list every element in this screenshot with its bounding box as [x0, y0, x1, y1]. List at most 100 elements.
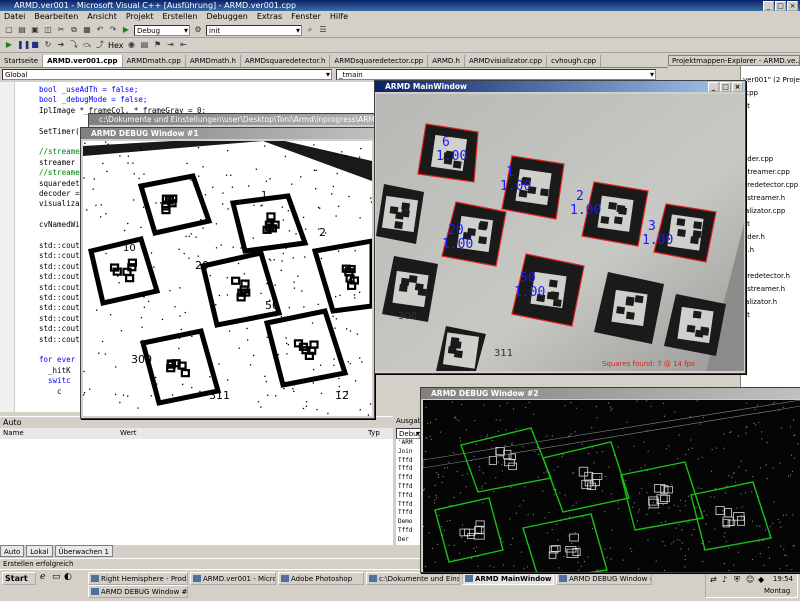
tab-auto[interactable]: Auto [0, 545, 25, 557]
window-title-bar[interactable]: ARMD.ver001 - Microsoft Visual C++ [Ausf… [0, 0, 800, 11]
function-combo[interactable]: init [206, 24, 302, 36]
start-button[interactable]: Start [2, 572, 36, 585]
code-line[interactable]: decoder = [39, 189, 80, 198]
menu-projekt[interactable]: Projekt [126, 11, 154, 23]
config-combo[interactable]: Debug [134, 24, 190, 36]
tab-armdmath-h[interactable]: ARMDmath.h [186, 55, 241, 67]
task-debug-window-2[interactable]: ARMD DEBUG Window #2 [88, 585, 188, 598]
hex-toggle[interactable]: Hex [108, 41, 124, 50]
solution-item[interactable]: oder.cpp [743, 155, 773, 163]
tab-armd-ver001-cpp[interactable]: ARMD.ver001.cpp [43, 55, 123, 67]
code-line[interactable]: switc [39, 376, 71, 385]
solution-item[interactable]: ostreamer.h [743, 194, 785, 202]
step-over-icon[interactable]: ⤼ [82, 40, 92, 50]
bookmark-icon[interactable]: ⚑ [153, 40, 163, 50]
code-line[interactable]: std::cout [39, 251, 80, 260]
messenger-icon[interactable]: ☺ [746, 575, 754, 584]
output-source-combo[interactable]: Debug [396, 428, 422, 439]
main-window-maximize[interactable]: □ [720, 82, 731, 92]
column-name[interactable]: Name [3, 428, 24, 439]
code-line[interactable]: c [39, 387, 62, 396]
solution-item[interactable]: ializator.h [743, 298, 777, 306]
menu-extras[interactable]: Extras [257, 11, 282, 23]
show-next-icon[interactable]: ➔ [56, 40, 66, 50]
code-line[interactable]: std::cout [39, 324, 80, 333]
breakpoints-icon[interactable]: ◉ [127, 40, 137, 50]
tab-ueberwachen-1[interactable]: Überwachen 1 [54, 545, 113, 557]
code-line[interactable]: std::cout [39, 293, 80, 302]
code-line[interactable]: bool _useAdTh = false; [39, 85, 138, 94]
comment-icon[interactable]: ▤ [140, 40, 150, 50]
quicklaunch-media-icon[interactable]: ◐ [64, 572, 72, 582]
menu-erstellen[interactable]: Erstellen [162, 11, 197, 23]
solution-config-icon[interactable]: ⚙ [193, 25, 203, 35]
solution-item[interactable]: oder.h [743, 233, 765, 241]
new-file-icon[interactable]: ▢ [4, 25, 14, 35]
member-combo[interactable]: _tmain [336, 69, 656, 80]
code-line[interactable]: squaredet [39, 179, 80, 188]
save-all-icon[interactable]: ◫ [43, 25, 53, 35]
main-window-title[interactable]: ARMD MainWindow _ □ × [375, 81, 745, 92]
code-line[interactable]: std::cout [39, 262, 80, 271]
close-button[interactable]: × [787, 1, 798, 11]
redo-icon[interactable]: ↷ [108, 25, 118, 35]
solution-item[interactable]: ostreamer.h [743, 285, 785, 293]
code-line[interactable]: _hitK [39, 366, 71, 375]
menu-fenster[interactable]: Fenster [291, 11, 321, 23]
break-icon[interactable]: ❚❚ [17, 40, 30, 50]
restart-icon[interactable]: ↻ [43, 40, 53, 50]
clock[interactable]: 19:54 [770, 575, 796, 583]
code-line[interactable]: visualiza [39, 199, 80, 208]
cmd-window-title[interactable]: c:\Dokumente und Einstellungen\user\Desk… [89, 114, 379, 125]
solution-item[interactable]: aredetector.cpp [743, 181, 798, 189]
continue-icon[interactable]: ▶ [4, 40, 14, 50]
cut-icon[interactable]: ✂ [56, 25, 66, 35]
code-line[interactable]: std::cout [39, 303, 80, 312]
open-icon[interactable]: ▤ [17, 25, 27, 35]
debug-window-1[interactable]: ARMD DEBUG Window #1 6 10 1 20 2 50 300 … [80, 127, 375, 419]
maximize-button[interactable]: □ [775, 1, 786, 11]
step-into-icon[interactable]: ⤵ [69, 40, 79, 50]
properties-icon[interactable]: ☰ [318, 25, 328, 35]
task-armd-mainwindow[interactable]: ARMD MainWindow [462, 572, 554, 585]
solution-item[interactable]: aredetector.h [743, 272, 790, 280]
tab-startseite[interactable]: Startseite [0, 55, 44, 67]
task-debug-window-1[interactable]: ARMD DEBUG Window #1 [556, 572, 652, 585]
tab-armdsquaredetector-h[interactable]: ARMDsquaredetector.h [241, 55, 331, 67]
paste-icon[interactable]: ▦ [82, 25, 92, 35]
solution-item[interactable]: dtreamer.cpp [743, 168, 790, 176]
find-icon[interactable]: ⌕ [305, 25, 315, 35]
step-out-icon[interactable]: ⤴ [95, 40, 105, 50]
solution-item[interactable]: ver001" (2 Projekt [743, 76, 800, 84]
code-line[interactable]: SetTimer( [39, 127, 80, 136]
menu-debuggen[interactable]: Debuggen [206, 11, 247, 23]
code-line[interactable]: std::cout [39, 272, 80, 281]
code-line[interactable]: std::cout [39, 241, 80, 250]
code-line[interactable]: streamer [39, 158, 75, 167]
code-line[interactable]: for ever [39, 355, 75, 364]
code-line[interactable]: cvNamedWi [39, 220, 80, 229]
armd-main-window[interactable]: ARMD MainWindow _ □ × 300 311 6 1.00 1 1.00… [374, 80, 746, 374]
security-icon[interactable]: ⛨ [734, 575, 740, 585]
column-type[interactable]: Typ [368, 428, 380, 439]
undo-icon[interactable]: ↶ [95, 25, 105, 35]
task-armd-vs[interactable]: ARMD.ver001 - Microsof... [190, 572, 276, 585]
main-window-close[interactable]: × [732, 82, 743, 92]
task-photoshop[interactable]: Adobe Photoshop [278, 572, 364, 585]
stop-icon[interactable]: ■ [30, 40, 40, 50]
tab-armdsquaredetector-cpp[interactable]: ARMDsquaredetector.cpp [330, 55, 429, 67]
code-line[interactable]: //streame [39, 168, 80, 177]
editor-gutter[interactable] [0, 82, 15, 412]
volume-icon[interactable]: ♪ [722, 575, 727, 584]
minimize-button[interactable]: _ [763, 1, 774, 11]
menu-ansicht[interactable]: Ansicht [87, 11, 117, 23]
task-cmd[interactable]: c:\Dokumente und Einste... [366, 572, 460, 585]
code-line[interactable]: std::cout [39, 283, 80, 292]
debug-window-2[interactable]: ARMD DEBUG Window #2 [420, 387, 800, 573]
menu-hilfe[interactable]: Hilfe [330, 11, 348, 23]
solution-explorer-panel[interactable]: ver001" (2 Projekt.cppxtoder.cppdtreamer… [740, 66, 800, 406]
antivirus-icon[interactable]: ◆ [758, 575, 764, 584]
tab-armdmath-cpp[interactable]: ARMDmath.cpp [123, 55, 186, 67]
column-value[interactable]: Wert [120, 428, 136, 439]
output-panel-body[interactable]: 'ARM Join Tffd Tffd Tffd Tffd Tffd Tffd Tffd Demo… [396, 439, 422, 545]
